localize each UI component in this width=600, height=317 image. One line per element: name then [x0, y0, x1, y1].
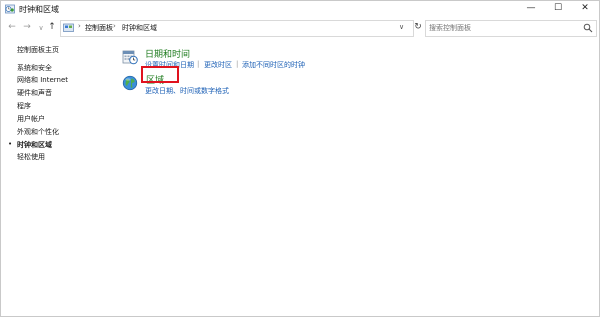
sidebar-item-network-internet[interactable]: 网络和 Internet [17, 75, 68, 85]
region-globe-icon[interactable] [122, 75, 138, 91]
task-separator: | [236, 60, 239, 68]
control-panel-window: 时钟和区域 — ☐ ✕ ← → ∨ ↑ › 控制面板 › 时钟和区域 ∨ ↻ 搜… [0, 0, 600, 317]
search-icon[interactable] [583, 23, 593, 33]
breadcrumb-separator: › [113, 22, 116, 30]
breadcrumb-separator: › [78, 22, 81, 30]
breadcrumb-control-panel[interactable]: 控制面板 [85, 23, 113, 33]
sidebar-item-programs[interactable]: 程序 [17, 101, 31, 111]
close-icon: ✕ [581, 3, 589, 13]
refresh-button[interactable]: ↻ [413, 20, 423, 35]
current-item-marker: • [8, 140, 13, 148]
sidebar-item-system-security[interactable]: 系统和安全 [17, 63, 52, 73]
sidebar-item-user-accounts[interactable]: 用户帐户 [17, 114, 45, 124]
address-dropdown-button[interactable]: ∨ [399, 23, 404, 31]
control-panel-icon [63, 23, 74, 32]
task-add-clocks[interactable]: 添加不同时区的时钟 [242, 60, 305, 70]
window-title: 时钟和区域 [19, 5, 59, 14]
navigation-bar: ← → ∨ ↑ › 控制面板 › 时钟和区域 ∨ ↻ [1, 18, 599, 38]
recent-locations-button[interactable]: ∨ [36, 22, 46, 34]
minimize-button[interactable]: — [521, 1, 541, 16]
task-separator: | [197, 60, 200, 68]
breadcrumb-clock-region[interactable]: 时钟和区域 [122, 23, 157, 33]
sidebar-item-appearance[interactable]: 外观和个性化 [17, 127, 59, 137]
date-time-icon[interactable] [122, 49, 138, 65]
task-change-time-zone[interactable]: 更改时区 [204, 60, 232, 70]
sidebar-item-clock-region: 时钟和区域 [17, 141, 52, 149]
sidebar-item-hardware-sound[interactable]: 硬件和声音 [17, 88, 52, 98]
sidebar-item-home[interactable]: 控制面板主页 [17, 45, 59, 55]
sidebar-item-ease-of-access[interactable]: 轻松使用 [17, 152, 45, 162]
minimize-icon: — [526, 3, 536, 13]
clock-region-icon [5, 4, 15, 14]
maximize-icon: ☐ [553, 3, 563, 13]
category-title-date-time[interactable]: 日期和时间 [145, 47, 190, 60]
title-bar: 时钟和区域 — ☐ ✕ [1, 1, 599, 18]
search-input[interactable] [429, 22, 579, 34]
back-button[interactable]: ← [7, 21, 17, 33]
highlight-box [141, 66, 179, 83]
maximize-button[interactable]: ☐ [548, 1, 568, 16]
up-button[interactable]: ↑ [47, 21, 57, 33]
close-button[interactable]: ✕ [575, 1, 595, 16]
task-change-formats[interactable]: 更改日期、时间或数字格式 [145, 86, 229, 96]
forward-button[interactable]: → [22, 21, 32, 33]
search-box[interactable] [425, 20, 597, 37]
